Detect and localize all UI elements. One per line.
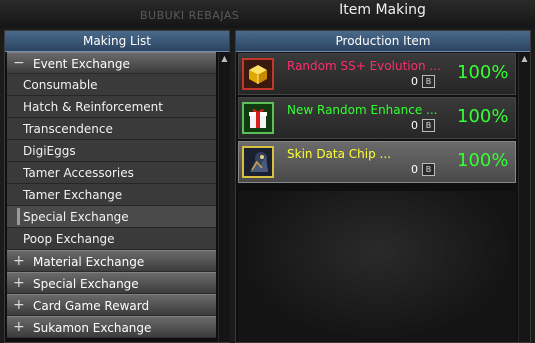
list-item-label: Special Exchange [23, 210, 129, 224]
background-caption: BUBUKI REBAJAS [140, 9, 240, 22]
production-item[interactable]: New Random Enhance ... 0 B 100% [238, 97, 516, 139]
panel-background [238, 191, 516, 341]
list-item-label: Tamer Accessories [23, 166, 134, 180]
item-name: Skin Data Chip ... [287, 147, 391, 161]
category-label: Card Game Reward [33, 299, 150, 313]
category-label: Sukamon Exchange [33, 321, 152, 335]
category-label: Event Exchange [33, 57, 130, 71]
expand-icon[interactable]: + [13, 316, 25, 338]
expand-icon[interactable]: + [13, 294, 25, 316]
collapse-icon[interactable]: − [13, 52, 25, 74]
production-item-header: Production Item [236, 31, 530, 52]
category-label: Material Exchange [33, 255, 145, 269]
making-list-header: Making List [5, 31, 229, 52]
list-item-hatch-reinforcement[interactable]: Hatch & Reinforcement [7, 96, 216, 118]
category-card-game-reward[interactable]: + Card Game Reward [7, 294, 216, 316]
item-name: Random SS+ Evolution ... [287, 59, 441, 73]
list-item-label: Poop Exchange [23, 232, 115, 246]
bind-badge: B [422, 75, 435, 88]
scroll-up-icon[interactable]: ▲ [220, 54, 229, 64]
making-list: − Event Exchange Consumable Hatch & Rein… [7, 52, 216, 338]
bind-badge: B [422, 163, 435, 176]
item-name: New Random Enhance ... [287, 103, 438, 117]
expand-icon[interactable]: + [13, 272, 25, 294]
production-item-panel: Production Item Random SS+ Evolution ...… [235, 30, 531, 343]
item-count: 0 [411, 163, 418, 176]
success-rate: 100% [457, 106, 509, 127]
list-item-label: DigiEggs [23, 144, 76, 158]
item-count: 0 [411, 119, 418, 132]
item-count: 0 [411, 75, 418, 88]
bind-badge: B [422, 119, 435, 132]
list-item-consumable[interactable]: Consumable [7, 74, 216, 96]
window-title: Item Making [339, 2, 426, 18]
list-item-transcendence[interactable]: Transcendence [7, 118, 216, 140]
category-sukamon-exchange[interactable]: + Sukamon Exchange [7, 316, 216, 338]
list-item-label: Tamer Exchange [23, 188, 123, 202]
gift-box-icon [242, 102, 274, 134]
list-item-special-exchange[interactable]: Special Exchange [7, 206, 216, 228]
production-item[interactable]: Random SS+ Evolution ... 0 B 100% [238, 53, 516, 95]
production-item-scrollbar[interactable]: ▲ [518, 53, 530, 342]
category-event-exchange[interactable]: − Event Exchange [7, 52, 216, 74]
list-item-poop-exchange[interactable]: Poop Exchange [7, 228, 216, 250]
expand-icon[interactable]: + [13, 250, 25, 272]
category-label: Special Exchange [33, 277, 139, 291]
production-item-list: Random SS+ Evolution ... 0 B 100% New Ra… [238, 53, 516, 185]
list-item-tamer-accessories[interactable]: Tamer Accessories [7, 162, 216, 184]
list-item-tamer-exchange[interactable]: Tamer Exchange [7, 184, 216, 206]
list-item-label: Transcendence [23, 122, 113, 136]
skin-chip-icon [242, 146, 274, 178]
making-list-panel: Making List − Event Exchange Consumable … [4, 30, 230, 343]
list-item-label: Consumable [23, 78, 98, 92]
success-rate: 100% [457, 150, 509, 171]
category-material-exchange[interactable]: + Material Exchange [7, 250, 216, 272]
list-item-label: Hatch & Reinforcement [23, 100, 163, 114]
list-item-digieggs[interactable]: DigiEggs [7, 140, 216, 162]
category-special-exchange[interactable]: + Special Exchange [7, 272, 216, 294]
scroll-up-icon[interactable]: ▲ [520, 54, 529, 64]
production-item[interactable]: Skin Data Chip ... 0 B 100% [238, 141, 516, 183]
success-rate: 100% [457, 62, 509, 83]
making-list-scrollbar[interactable]: ▲ [218, 53, 230, 342]
golden-box-icon [242, 58, 274, 90]
